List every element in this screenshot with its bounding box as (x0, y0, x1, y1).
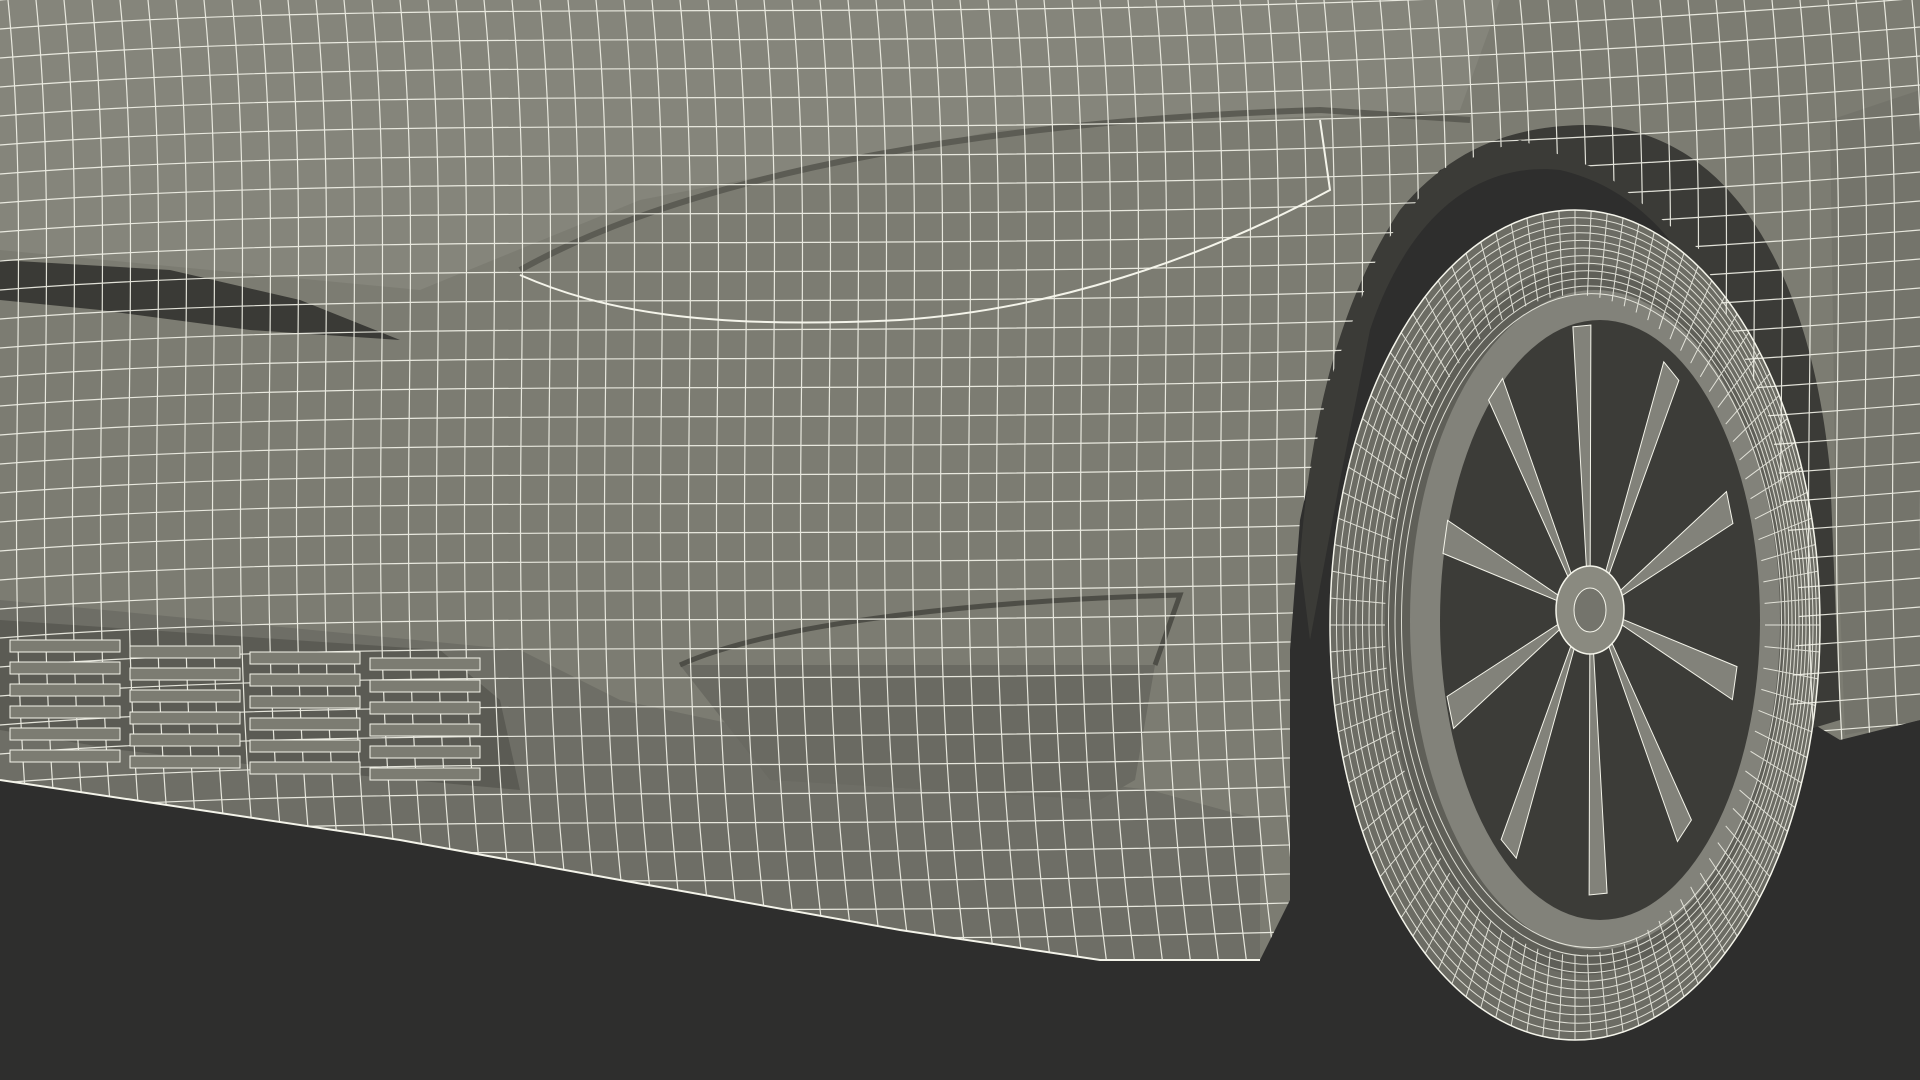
grille-slat (129, 733, 241, 747)
grille-slat (249, 717, 361, 731)
grille-slat (249, 651, 361, 665)
grille-slat (369, 701, 481, 715)
grille-slat (9, 749, 121, 763)
rear-panel (1830, 90, 1920, 735)
grille-slat (129, 689, 241, 703)
grille-slat (249, 739, 361, 753)
grille-slat (9, 661, 121, 675)
grille-slat (129, 667, 241, 681)
grille-slat (9, 727, 121, 741)
grille-slat (369, 745, 481, 759)
grille-slat (129, 711, 241, 725)
grille-slat (9, 683, 121, 697)
hub-cap (1573, 587, 1607, 633)
grille-slat (369, 767, 481, 781)
grille-slat (129, 755, 241, 769)
render-scene (0, 0, 1920, 1080)
grille-slat (369, 723, 481, 737)
grille-slat (9, 639, 121, 653)
grille-slat (369, 679, 481, 693)
grille-slat (9, 705, 121, 719)
grille-slat (249, 695, 361, 709)
grille-slat (369, 657, 481, 671)
grille-slat (249, 761, 361, 775)
grille-slat (129, 645, 241, 659)
front-wheel (1330, 210, 1820, 1040)
grille-slat (249, 673, 361, 687)
